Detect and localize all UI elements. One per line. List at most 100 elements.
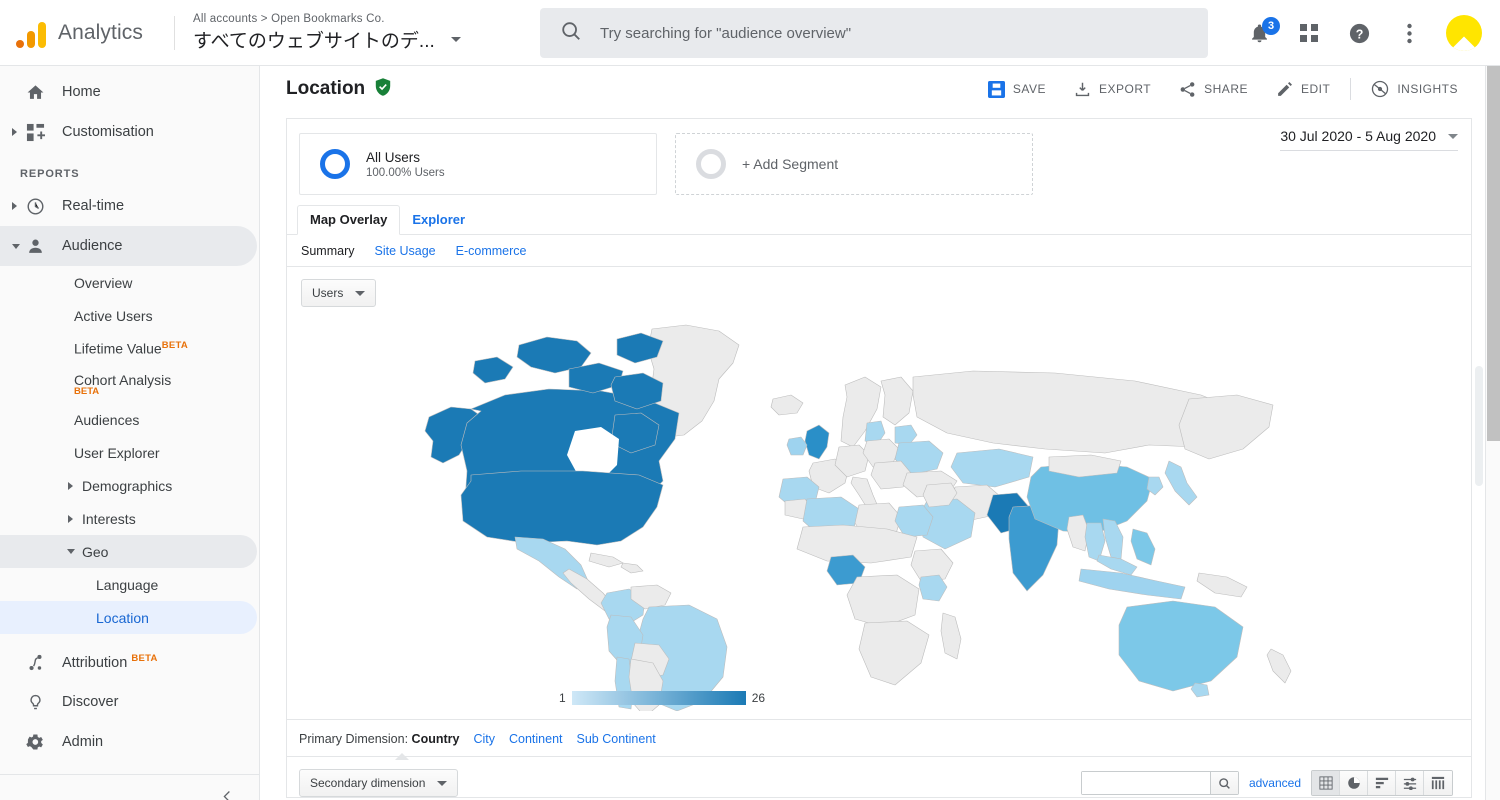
pie-view-icon[interactable] <box>1340 771 1368 795</box>
sidebar-item-label: Audiences <box>74 411 140 428</box>
dimension-pointer <box>395 753 409 760</box>
dimension-link-city[interactable]: City <box>473 732 495 746</box>
segment-all-users[interactable]: All Users 100.00% Users <box>299 133 657 195</box>
advanced-filter-link[interactable]: advanced <box>1249 776 1301 790</box>
breadcrumb: All accounts > Open Bookmarks Co. <box>193 12 385 25</box>
metric-selector[interactable]: Users <box>301 279 377 307</box>
beta-badge: BETA <box>161 340 189 352</box>
search-icon[interactable] <box>1209 772 1238 794</box>
page-header: Location SAVE EXPORT SHARE EDIT INSIGHTS <box>260 66 1486 112</box>
pivot-view-icon[interactable] <box>1424 771 1452 795</box>
bar-view-icon[interactable] <box>1368 771 1396 795</box>
action-divider <box>1350 78 1352 100</box>
sidebar-item-attribution[interactable]: Attribution BETA <box>0 642 257 682</box>
save-button[interactable]: SAVE <box>974 74 1060 104</box>
share-button[interactable]: SHARE <box>1165 74 1262 104</box>
tab-map-overlay[interactable]: Map Overlay <box>297 205 401 235</box>
sidebar-item-real-time[interactable]: Real-time <box>0 186 257 226</box>
sidebar-item-home[interactable]: Home <box>0 72 257 112</box>
sidebar: Home Customisation REPORTS Real-time Aud… <box>0 66 260 800</box>
sidebar-item-customisation[interactable]: Customisation <box>0 112 257 152</box>
country-vietnam <box>1102 518 1124 560</box>
main-scrollbar-thumb[interactable] <box>1475 366 1483 486</box>
sidebar-item-location[interactable]: Location <box>0 601 257 634</box>
table-search[interactable] <box>1080 771 1239 795</box>
sidebar-item-label: Attribution <box>62 654 128 671</box>
main-scrollbar[interactable] <box>1474 66 1484 800</box>
map-legend: 1 26 <box>559 691 765 705</box>
country-tasmania <box>1190 682 1210 698</box>
sidebar-item-language[interactable]: Language <box>0 568 257 601</box>
analytics-logo[interactable]: Analytics <box>0 18 172 48</box>
apps-grid-icon[interactable] <box>1296 20 1322 46</box>
shield-check-icon <box>375 77 391 101</box>
sidebar-item-label: Customisation <box>62 124 154 140</box>
sidebar-item-discover[interactable]: Discover <box>0 682 257 722</box>
sidebar-item-demographics[interactable]: Demographics <box>0 469 257 502</box>
dimension-link-continent[interactable]: Continent <box>509 732 563 746</box>
secondary-dimension-selector[interactable]: Secondary dimension <box>299 769 459 797</box>
chevron-right-icon <box>68 514 73 523</box>
legend-gradient-bar <box>571 691 746 705</box>
performance-view-icon[interactable] <box>1396 771 1424 795</box>
sidebar-item-active-users[interactable]: Active Users <box>0 299 257 332</box>
sidebar-collapse-button[interactable] <box>0 775 259 800</box>
chevron-down-icon[interactable] <box>450 36 461 42</box>
sidebar-item-cohort-analysis[interactable]: Cohort Analysis BETA <box>0 365 257 403</box>
help-icon[interactable]: ? <box>1346 20 1372 46</box>
sidebar-item-audiences[interactable]: Audiences <box>0 403 257 436</box>
chevron-right-icon <box>12 202 17 210</box>
sidebar-item-user-explorer[interactable]: User Explorer <box>0 436 257 469</box>
sidebar-item-audience[interactable]: Audience <box>0 226 257 266</box>
bell-icon[interactable]: 3 <box>1246 17 1280 46</box>
subtab-e-commerce[interactable]: E-commerce <box>456 244 527 258</box>
avatar[interactable] <box>1446 15 1482 51</box>
primary-dimension-label: Primary Dimension: <box>299 732 409 746</box>
dimension-link-sub-continent[interactable]: Sub Continent <box>577 732 656 746</box>
view-mode-toggle <box>1311 770 1453 796</box>
notification-count-badge: 3 <box>1262 17 1280 35</box>
sidebar-item-admin[interactable]: Admin <box>0 722 257 762</box>
country-cuba <box>588 552 624 568</box>
page-title: Location <box>286 78 366 99</box>
sidebar-item-label: Language <box>96 576 159 593</box>
top-bar: Analytics All accounts > Open Bookmarks … <box>0 0 1500 66</box>
subtab-site-usage[interactable]: Site Usage <box>374 244 435 258</box>
country-finland <box>880 376 914 426</box>
sidebar-item-overview[interactable]: Overview <box>0 266 257 299</box>
table-search-input[interactable] <box>1081 772 1210 794</box>
map-overlay-chart[interactable]: 1 26 <box>287 311 1471 719</box>
person-icon <box>24 235 46 257</box>
chevron-right-icon <box>68 481 73 490</box>
edit-button[interactable]: EDIT <box>1262 74 1344 104</box>
export-button[interactable]: EXPORT <box>1060 74 1165 104</box>
top-bar-icons: 3 ? <box>1246 0 1482 66</box>
primary-dimension-bar: Primary Dimension: Country City Continen… <box>287 719 1471 760</box>
page-scrollbar[interactable] <box>1485 66 1500 800</box>
edit-label: EDIT <box>1300 82 1331 96</box>
sidebar-item-label: Geo <box>82 543 109 560</box>
page-actions: SAVE EXPORT SHARE EDIT INSIGHTS <box>974 74 1472 104</box>
date-range-picker[interactable]: 30 Jul 2020 - 5 Aug 2020 <box>1280 128 1458 151</box>
account-selector[interactable]: All accounts > Open Bookmarks Co. すべてのウェ… <box>193 13 461 53</box>
global-search[interactable] <box>540 8 1208 58</box>
country-australia <box>1118 600 1244 692</box>
world-map-svg[interactable] <box>409 311 1349 711</box>
add-segment-button[interactable]: + Add Segment <box>675 133 1033 195</box>
subtab-summary[interactable]: Summary <box>301 244 354 258</box>
attribution-icon <box>24 651 46 673</box>
sidebar-item-interests[interactable]: Interests <box>0 502 257 535</box>
more-vert-icon[interactable] <box>1396 20 1422 46</box>
report-subtabs: Summary Site Usage E-commerce <box>287 235 1471 267</box>
search-input[interactable] <box>600 24 1160 42</box>
date-range-label: 30 Jul 2020 - 5 Aug 2020 <box>1280 128 1436 144</box>
sidebar-item-geo[interactable]: Geo <box>0 535 257 568</box>
metric-row: Users <box>287 267 1471 307</box>
tab-explorer[interactable]: Explorer <box>400 206 477 234</box>
insights-button[interactable]: INSIGHTS <box>1357 74 1472 104</box>
sidebar-item-lifetime-value[interactable]: Lifetime ValueBETA <box>0 332 257 365</box>
table-view-icon[interactable] <box>1312 771 1340 795</box>
country-papua <box>1196 572 1248 598</box>
page-scrollbar-thumb[interactable] <box>1487 66 1500 441</box>
sidebar-section-reports: REPORTS <box>20 168 80 180</box>
